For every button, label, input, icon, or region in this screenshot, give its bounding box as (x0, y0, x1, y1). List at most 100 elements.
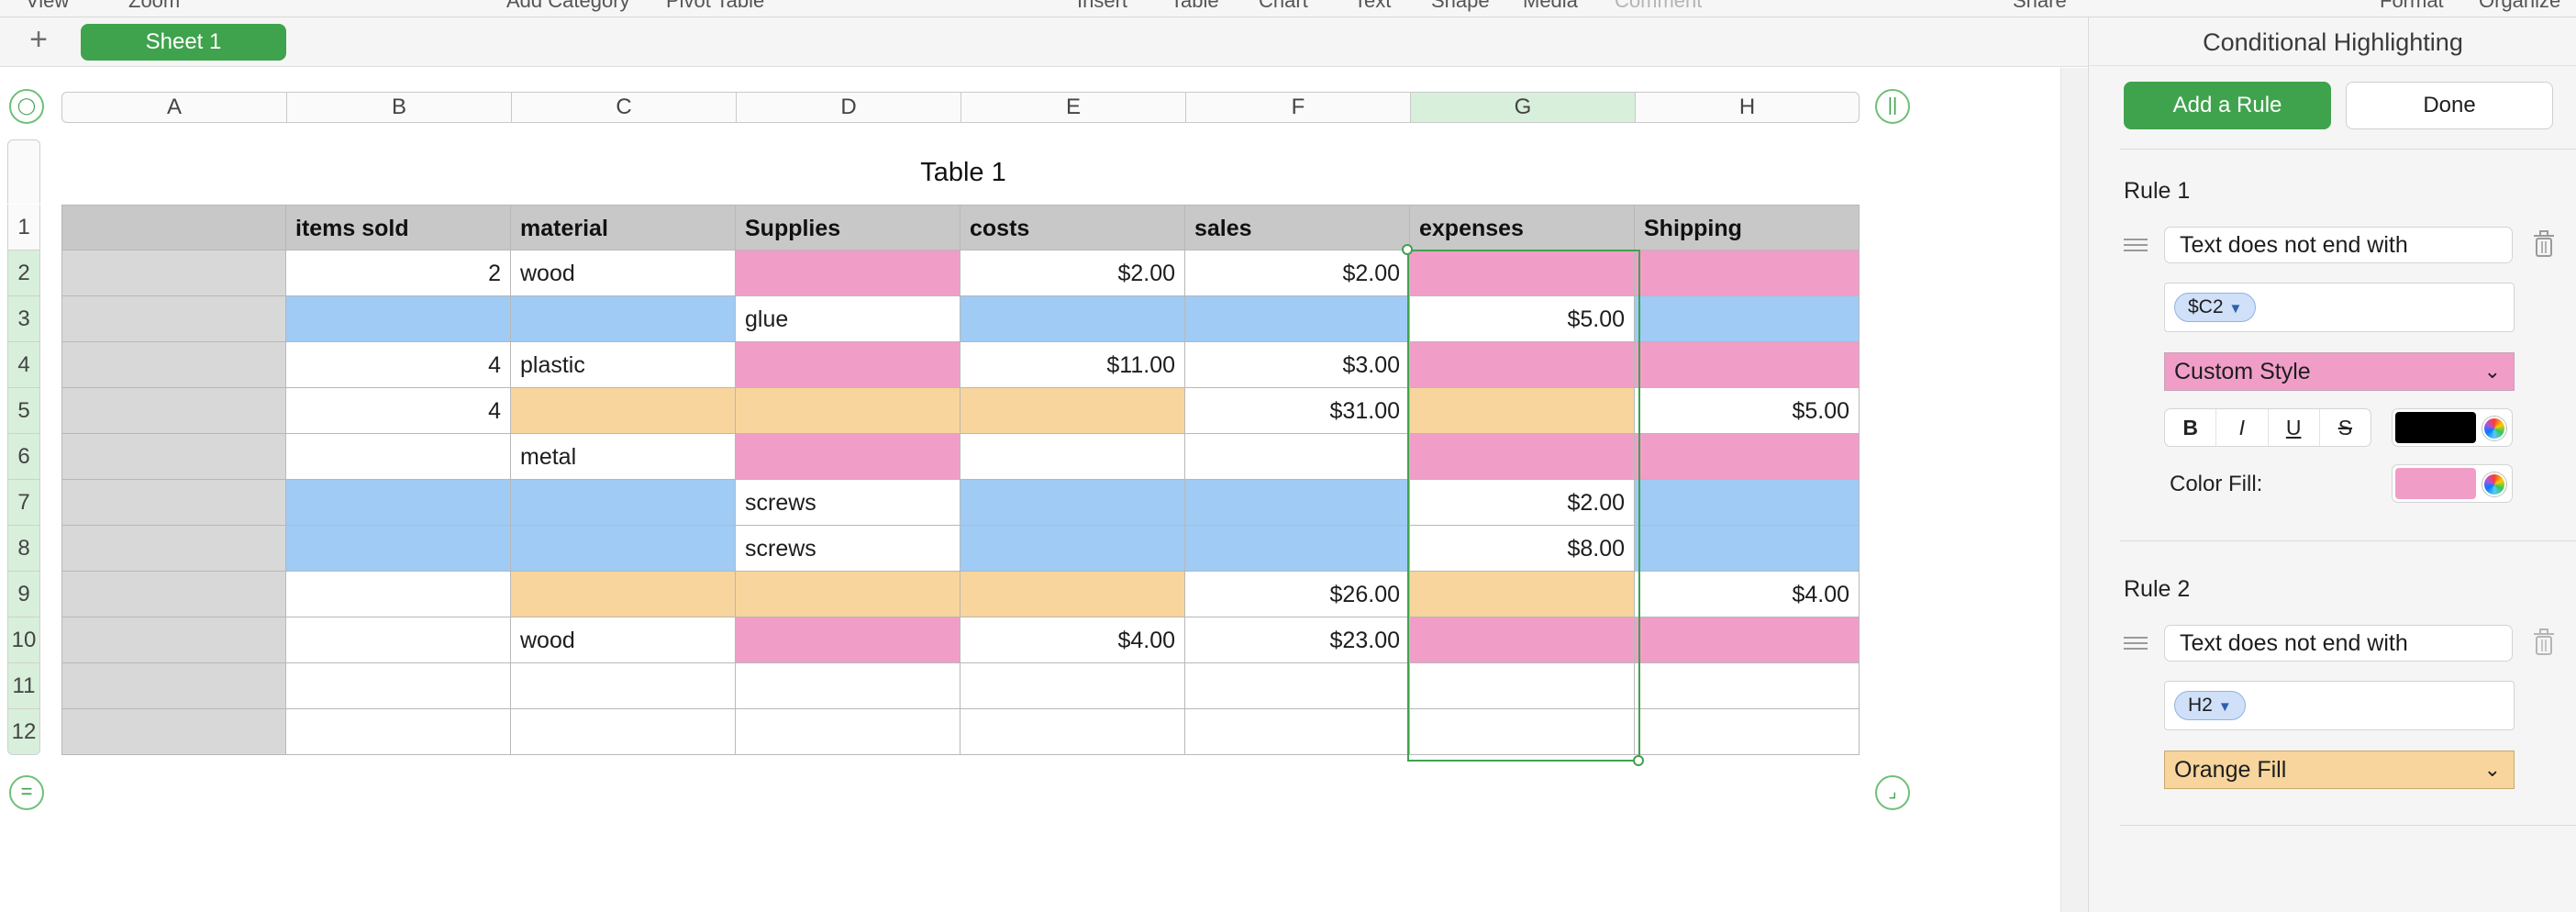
drag-handle-icon[interactable] (2124, 235, 2148, 255)
add-row-handle-icon[interactable]: = (9, 775, 44, 810)
text-color-swatch[interactable] (2395, 412, 2476, 443)
table-cell[interactable] (960, 388, 1185, 434)
table-cell[interactable] (736, 663, 960, 709)
table-cell[interactable] (1185, 434, 1410, 480)
table-cell[interactable]: glue (736, 296, 960, 342)
table-cell[interactable] (1185, 296, 1410, 342)
table-cell[interactable] (960, 296, 1185, 342)
table-cell[interactable] (960, 663, 1185, 709)
column-header-h[interactable]: H (1635, 92, 1860, 123)
row-header-2[interactable]: 2 (7, 250, 40, 296)
table-cell[interactable]: $31.00 (1185, 388, 1410, 434)
table-cell[interactable] (1635, 434, 1860, 480)
table-cell[interactable]: $26.00 (1185, 572, 1410, 617)
table-cell[interactable]: metal (511, 434, 736, 480)
toolbar-view[interactable]: View (26, 0, 69, 13)
table-cell[interactable]: wood (511, 617, 736, 663)
table-cell[interactable] (286, 572, 511, 617)
header-cell[interactable]: costs (960, 205, 1185, 250)
row-header-1[interactable]: 1 (7, 205, 40, 250)
table-cell[interactable] (736, 388, 960, 434)
row-header-4[interactable]: 4 (7, 342, 40, 388)
trash-icon[interactable] (2533, 230, 2555, 258)
row-header-12[interactable]: 12 (7, 709, 40, 755)
toolbar-text[interactable]: Text (1354, 0, 1391, 13)
column-header-f[interactable]: F (1185, 92, 1410, 123)
table-cell[interactable] (61, 296, 286, 342)
column-header-c[interactable]: C (511, 92, 736, 123)
row-header-5[interactable]: 5 (7, 388, 40, 434)
done-button[interactable]: Done (2346, 82, 2553, 129)
table-cell[interactable] (1185, 709, 1410, 755)
table-cell[interactable] (1410, 572, 1635, 617)
table-cell[interactable] (1410, 709, 1635, 755)
row-header-11[interactable]: 11 (7, 663, 40, 709)
rule-2-reference-field[interactable]: H2 ▼ (2164, 681, 2515, 730)
toolbar-shape[interactable]: Shape (1431, 0, 1490, 13)
row-header-7[interactable]: 7 (7, 480, 40, 526)
bold-button[interactable]: B (2165, 409, 2217, 446)
table-cell[interactable] (511, 296, 736, 342)
rule-1-style-select[interactable]: Custom Style ⌄ (2164, 352, 2515, 391)
table-cell[interactable] (286, 434, 511, 480)
selection-handle-bottom[interactable] (1633, 755, 1644, 766)
table-cell[interactable]: $4.00 (960, 617, 1185, 663)
table-cell[interactable] (511, 480, 736, 526)
table-cell[interactable] (61, 434, 286, 480)
table-cell[interactable] (1635, 342, 1860, 388)
table-cell[interactable] (1635, 663, 1860, 709)
table-cell[interactable] (61, 617, 286, 663)
row-header-3[interactable]: 3 (7, 296, 40, 342)
toolbar-pivot-table[interactable]: Pivot Table (666, 0, 764, 13)
table-cell[interactable] (286, 296, 511, 342)
table-cell[interactable]: $2.00 (960, 250, 1185, 296)
toolbar-zoom[interactable]: Zoom (128, 0, 180, 13)
column-header-b[interactable]: B (286, 92, 511, 123)
table-cell[interactable] (960, 526, 1185, 572)
table-cell[interactable] (286, 526, 511, 572)
table-cell[interactable] (61, 342, 286, 388)
table-cell[interactable] (1635, 296, 1860, 342)
toolbar-share[interactable]: Share (2013, 0, 2067, 13)
table-title[interactable]: Table 1 (835, 158, 1092, 188)
column-header-a[interactable]: A (61, 92, 286, 123)
table-cell[interactable] (1410, 388, 1635, 434)
table-cell[interactable] (286, 663, 511, 709)
table-cell[interactable] (1635, 526, 1860, 572)
column-header-d[interactable]: D (736, 92, 960, 123)
column-header-e[interactable]: E (960, 92, 1185, 123)
table-cell[interactable] (286, 617, 511, 663)
table-cell[interactable] (61, 250, 286, 296)
table-cell[interactable] (61, 709, 286, 755)
table-cell[interactable] (1185, 480, 1410, 526)
table-cell[interactable] (511, 526, 736, 572)
table-cell[interactable] (960, 709, 1185, 755)
table-cell[interactable]: screws (736, 526, 960, 572)
row-header-6[interactable]: 6 (7, 434, 40, 480)
row-header-8[interactable]: 8 (7, 526, 40, 572)
table-cell[interactable]: $23.00 (1185, 617, 1410, 663)
drag-handle-icon[interactable] (2124, 633, 2148, 653)
table-cell[interactable] (1185, 663, 1410, 709)
underline-button[interactable]: U (2269, 409, 2320, 446)
table-cell[interactable]: wood (511, 250, 736, 296)
table-cell[interactable] (960, 434, 1185, 480)
table-cell[interactable] (736, 250, 960, 296)
sheet-tab[interactable]: Sheet 1 (81, 24, 286, 61)
toolbar-table[interactable]: Table (1171, 0, 1219, 13)
table-cell[interactable] (286, 709, 511, 755)
table-cell[interactable] (1410, 434, 1635, 480)
header-cell[interactable]: material (511, 205, 736, 250)
table-cell[interactable] (1635, 480, 1860, 526)
table-cell[interactable] (1410, 663, 1635, 709)
table-cell[interactable] (960, 572, 1185, 617)
table-cell[interactable] (1635, 709, 1860, 755)
reference-token[interactable]: $C2 ▼ (2174, 293, 2257, 322)
color-wheel-icon[interactable] (2482, 473, 2506, 496)
table-cell[interactable]: $2.00 (1185, 250, 1410, 296)
table-cell[interactable]: $4.00 (1635, 572, 1860, 617)
table-cell[interactable] (736, 342, 960, 388)
table-cell[interactable] (61, 663, 286, 709)
add-rule-button[interactable]: Add a Rule (2124, 82, 2331, 129)
table-cell[interactable] (1635, 250, 1860, 296)
